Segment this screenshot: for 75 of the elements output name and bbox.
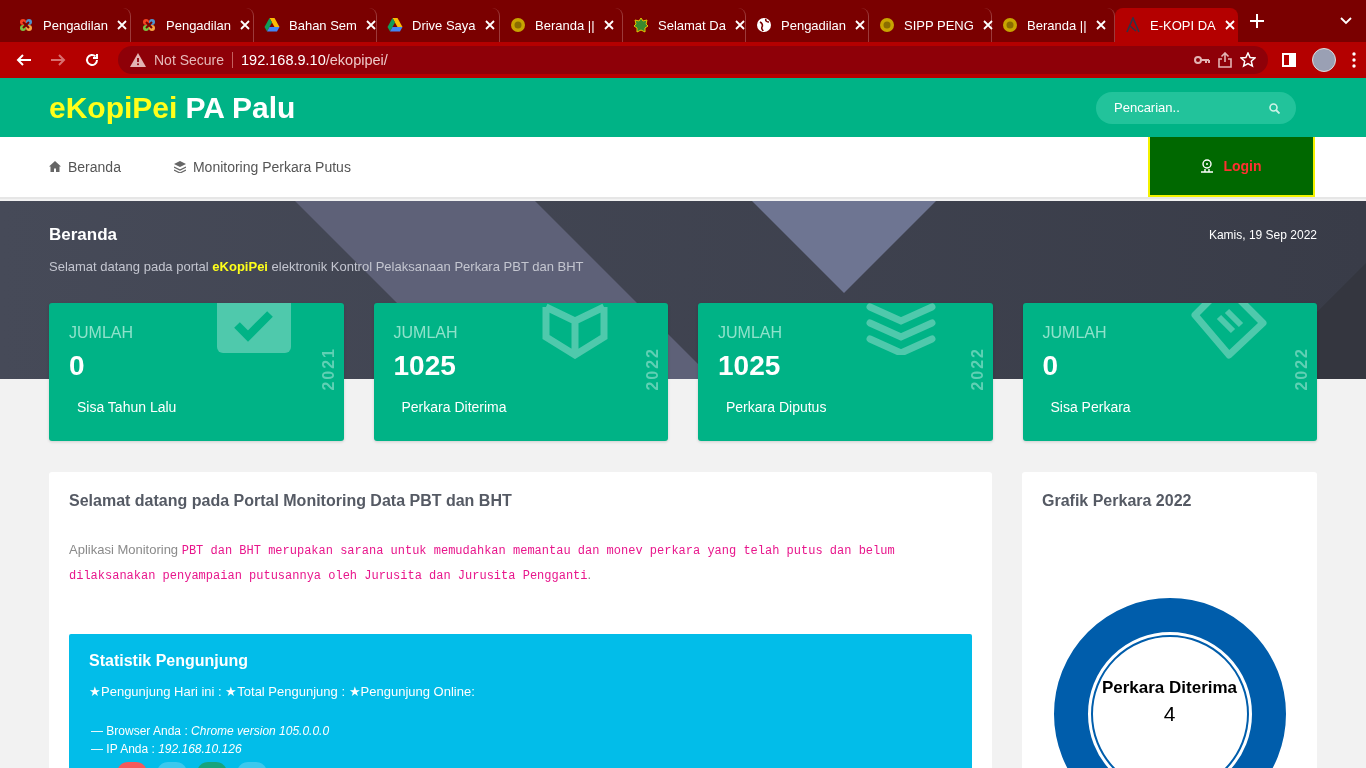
stat-value: 1025	[393, 350, 457, 382]
close-icon[interactable]	[484, 20, 495, 30]
welcome-text: Selamat datang pada portal eKopiPei elektronik Kontrol Pelaksanaan Perkara PBT dan BHT	[49, 259, 585, 274]
favicon-icon	[18, 17, 34, 33]
site-title: PA Palu	[185, 90, 296, 124]
panel-title: Statistik Pengunjung	[89, 652, 250, 670]
seal-icon	[879, 17, 895, 33]
stat-value: 0	[69, 350, 86, 382]
reload-icon[interactable]	[84, 52, 100, 68]
visitor-counters: ★Pengunjung Hari ini : ★Total Pengunjung : ★Pengunjung Online:	[89, 684, 476, 699]
close-icon[interactable]	[1224, 20, 1235, 30]
stat-label: Perkara Diterima	[401, 399, 508, 415]
drive-icon	[264, 17, 280, 33]
tag-icon	[1190, 303, 1267, 359]
stat-heading: JUMLAH	[1042, 324, 1108, 342]
date-text: Kamis, 19 Sep 2022	[1208, 228, 1317, 242]
star-icon[interactable]	[1240, 52, 1256, 68]
year-label: 2022	[968, 347, 987, 391]
nav-link[interactable]: Monitoring Perkara Putus	[173, 137, 351, 197]
sidebar-icon[interactable]	[1282, 53, 1296, 67]
new-tab-icon[interactable]	[1250, 14, 1264, 28]
seal-icon	[1002, 17, 1018, 33]
drive-icon	[387, 17, 403, 33]
cube-icon	[541, 303, 608, 359]
visitor-detail: — IP Anda : 192.168.10.126	[91, 741, 243, 758]
year-label: 2022	[644, 347, 662, 391]
close-icon[interactable]	[117, 20, 128, 30]
description-text: Aplikasi Monitoring PBT dan BHT merupakan sarana untuk memudahkan memantau dan monev perkara yang telah putus dan belum dilaksanakan penyampaian putusannya oleh Jurusita dan Jurusita Pengganti.	[69, 541, 896, 585]
stat-label: Perkara Diputus	[726, 399, 828, 415]
url-text: 192.168.9.10/ekopipei/	[241, 52, 388, 68]
chart-center-value: 4	[1162, 702, 1177, 726]
key-icon[interactable]	[1194, 55, 1210, 65]
search-field[interactable]: Pencarian..	[1096, 91, 1296, 124]
close-icon[interactable]	[734, 20, 745, 30]
letter-a-icon	[1125, 17, 1141, 33]
globe-icon	[756, 17, 772, 33]
layers-icon	[173, 161, 186, 173]
close-icon[interactable]	[240, 20, 251, 30]
brand-name: eKopiPei	[49, 90, 178, 124]
address-bar[interactable]: Not Secure 192.168.9.10/ekopipei/	[118, 46, 1268, 74]
close-icon[interactable]	[1095, 20, 1106, 30]
chevron-down-icon[interactable]	[1340, 17, 1352, 25]
stat-value: 0	[1042, 350, 1060, 382]
panel-title: Grafik Perkara 2022	[1042, 492, 1193, 510]
share-icon[interactable]	[1218, 52, 1232, 68]
chevrons-icon	[866, 303, 936, 355]
year-label: 2021	[319, 347, 338, 391]
security-label: Not Secure	[154, 52, 225, 68]
stat-label: Sisa Tahun Lalu	[77, 399, 178, 415]
menu-icon[interactable]	[1352, 52, 1356, 68]
favicon-icon	[141, 17, 157, 33]
home-icon	[49, 161, 61, 173]
seal-icon	[510, 17, 526, 33]
stat-heading: JUMLAH	[393, 324, 459, 342]
year-label: 2022	[1293, 347, 1311, 391]
stat-label: Sisa Perkara	[1050, 399, 1132, 415]
panel-title: Selamat datang pada Portal Monitoring Data PBT dan BHT	[69, 492, 513, 510]
user-icon	[1201, 159, 1214, 173]
close-icon[interactable]	[603, 20, 614, 30]
back-icon[interactable]	[16, 52, 32, 68]
nav-link[interactable]: Beranda	[49, 137, 121, 197]
close-icon[interactable]	[982, 20, 993, 30]
emblem-icon	[633, 17, 649, 33]
stat-heading: JUMLAH	[718, 324, 783, 342]
browser-tab[interactable]: E-KOPI DA	[1115, 8, 1238, 42]
search-icon	[1269, 102, 1280, 114]
chart-center-label: Perkara Diterima	[1101, 678, 1238, 698]
stat-value: 1025	[718, 350, 782, 382]
warning-icon	[130, 53, 146, 67]
avatar[interactable]	[1312, 48, 1336, 72]
close-icon[interactable]	[855, 20, 866, 30]
stat-heading: JUMLAH	[69, 324, 134, 342]
close-icon[interactable]	[365, 20, 376, 30]
visitor-detail: — Browser Anda : Chrome version 105.0.0.0	[91, 723, 331, 740]
page-title: Beranda	[49, 225, 118, 245]
